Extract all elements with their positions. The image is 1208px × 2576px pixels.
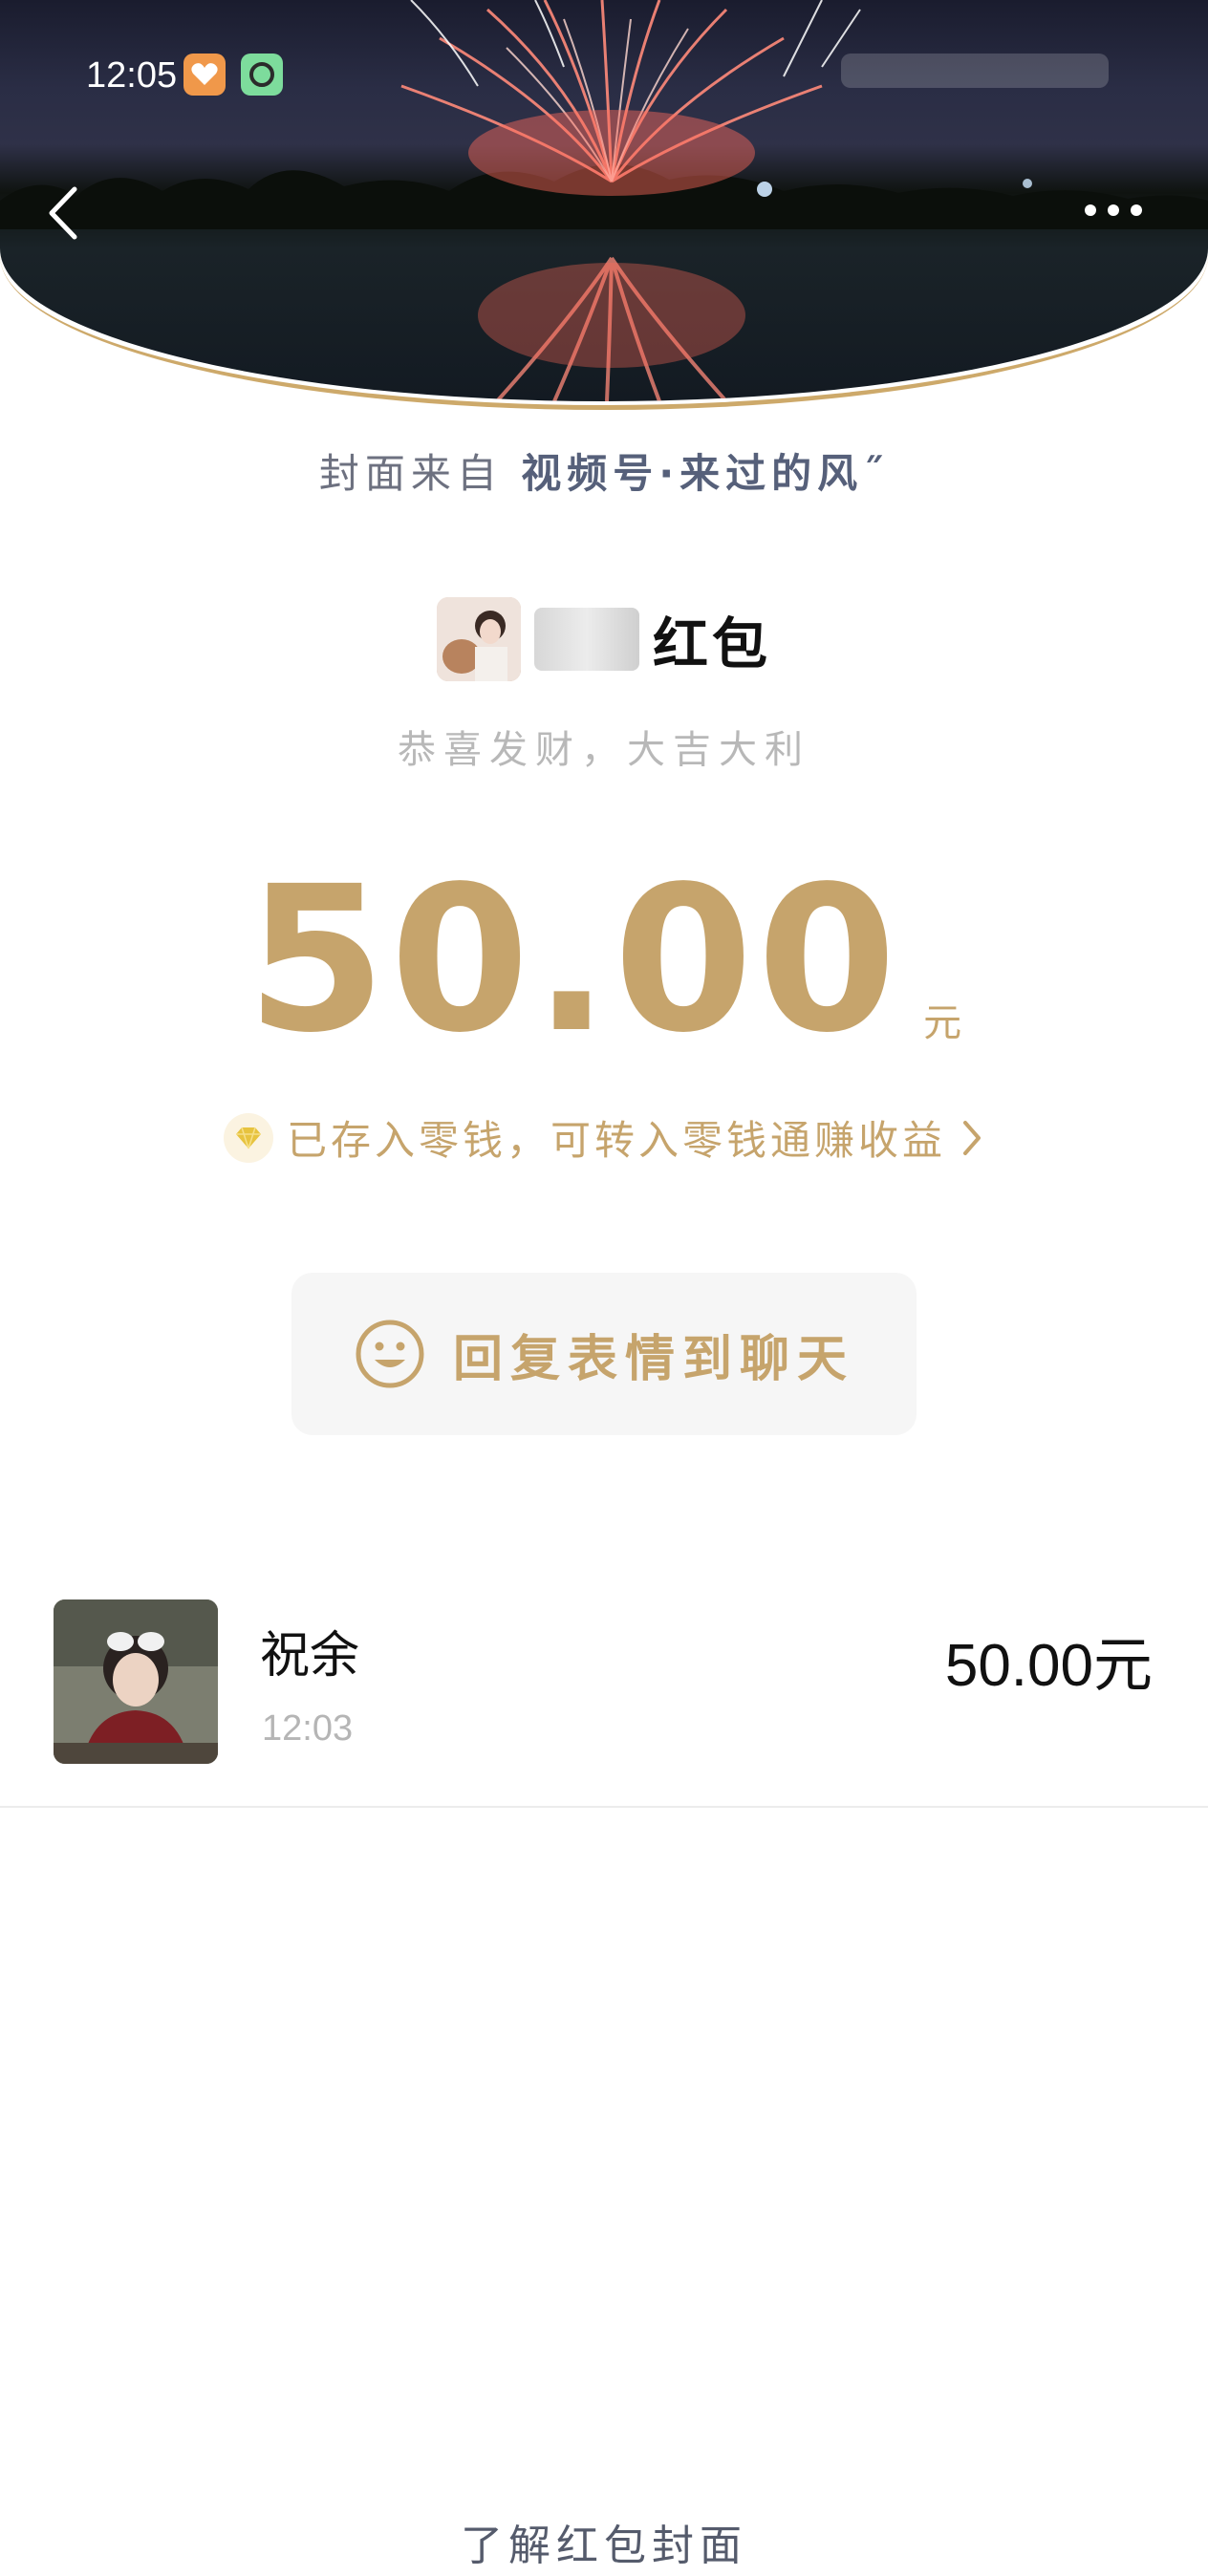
- status-time: 12:05: [86, 55, 178, 96]
- sender-row: 红包: [0, 597, 1208, 681]
- cover-source-prefix: 封面来自: [318, 450, 503, 497]
- cover-source-line[interactable]: 封面来自 视频号·来过的风˝: [0, 441, 1208, 500]
- reply-button-label: 回复表情到聊天: [452, 1330, 854, 1388]
- wallet-note-link[interactable]: 已存入零钱，可转入零钱通赚收益: [0, 1108, 1208, 1167]
- status-icons-blurred: [841, 54, 1109, 88]
- amount-unit: 元: [923, 1001, 962, 1045]
- more-icon-dot: [1085, 204, 1096, 216]
- receiver-avatar: [54, 1599, 218, 1764]
- sender-avatar: [436, 597, 521, 681]
- red-packet-title: 红包: [652, 612, 771, 676]
- cover-image: 12:05: [0, 0, 1208, 401]
- chevron-left-icon: [49, 186, 77, 240]
- more-icon-dot: [1108, 204, 1119, 216]
- more-icon-dot: [1131, 204, 1142, 216]
- diamond-icon: [223, 1112, 273, 1163]
- learn-cover-link[interactable]: 了解红包封面: [0, 2511, 1208, 2572]
- heart-app-icon: [183, 54, 226, 96]
- camera-app-icon: [241, 54, 283, 96]
- chevron-right-icon: [963, 1120, 981, 1155]
- smiley-icon: [356, 1320, 424, 1388]
- cover-source-name[interactable]: 视频号·来过的风˝: [521, 450, 889, 497]
- amount-display: 50.00 元: [0, 860, 1208, 1061]
- reply-sticker-button[interactable]: 回复表情到聊天: [291, 1273, 917, 1435]
- receiver-name: 祝余: [260, 1627, 360, 1685]
- sender-name-blurred: [533, 608, 639, 671]
- wallet-note-text: 已存入零钱，可转入零钱通赚收益: [286, 1117, 946, 1164]
- greeting-text: 恭喜发财，大吉大利: [398, 728, 810, 772]
- more-options-button[interactable]: [1070, 191, 1156, 229]
- receive-amount: 50.00元: [944, 1633, 1153, 1699]
- amount-value: 50.00: [246, 843, 901, 1077]
- list-item[interactable]: 祝余 12:03 50.00元: [0, 1586, 1208, 1808]
- receive-time: 12:03: [262, 1708, 354, 1749]
- back-button[interactable]: [38, 180, 96, 247]
